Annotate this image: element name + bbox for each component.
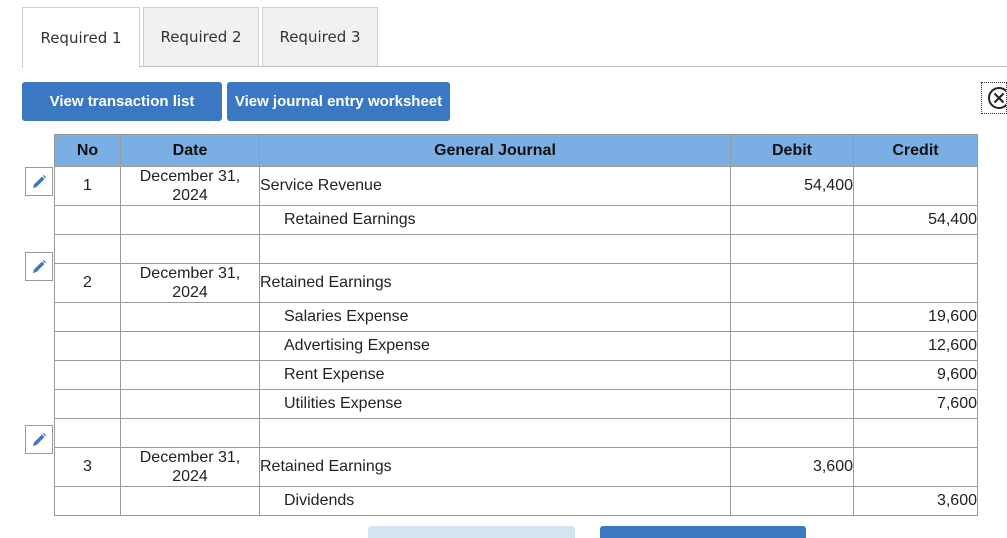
tab-required-1[interactable]: Required 1 [22,7,140,68]
account-cell: Advertising Expense [259,331,731,361]
table-row [54,418,978,448]
account-cell: Dividends [259,486,731,516]
header-credit: Credit [853,134,978,167]
table-row: Dividends 3,600 [54,486,978,516]
debit-cell [730,331,854,361]
pencil-icon [33,259,47,273]
account-cell [259,234,731,264]
entry-date [120,234,260,264]
entry-date [120,389,260,419]
table-row [54,234,978,264]
close-circle-icon [988,87,1006,109]
debit-cell [730,418,854,448]
debit-cell: 3,600 [730,447,854,487]
entry-number: 1 [54,166,121,206]
debit-cell: 54,400 [730,166,854,206]
edit-entry-1-button[interactable] [25,167,53,196]
header-debit: Debit [730,134,854,167]
entry-date [120,418,260,448]
entry-date: December 31, 2024 [120,447,260,487]
entry-number: 2 [54,263,121,303]
account-cell: Retained Earnings [259,447,731,487]
entry-number [54,234,121,264]
entry-date [120,486,260,516]
credit-cell [853,263,978,303]
table-row: 1 December 31, 2024 Service Revenue 54,40… [54,166,978,206]
account-cell: Rent Expense [259,360,731,390]
tab-required-3[interactable]: Required 3 [262,7,378,66]
previous-button[interactable] [368,526,575,538]
pencil-icon [33,174,47,188]
entry-number [54,486,121,516]
close-icon[interactable] [981,82,1007,114]
table-row: 3 December 31, 2024 Retained Earnings 3,6… [54,447,978,487]
credit-cell: 3,600 [853,486,978,516]
debit-cell [730,360,854,390]
credit-cell [853,234,978,264]
account-cell [259,418,731,448]
view-journal-entry-worksheet-button[interactable]: View journal entry worksheet [227,82,450,121]
edit-entry-2-button[interactable] [25,252,53,281]
credit-cell: 7,600 [853,389,978,419]
entry-date [120,360,260,390]
entry-date: December 31, 2024 [120,166,260,206]
header-date: Date [120,134,260,167]
entry-number: 3 [54,447,121,487]
general-journal-table: No Date General Journal Debit Credit 1 D… [54,134,978,516]
table-row: Retained Earnings 54,400 [54,205,978,235]
entry-date: December 31, 2024 [120,263,260,303]
credit-cell: 54,400 [853,205,978,235]
entry-date [120,302,260,332]
debit-cell [730,263,854,303]
entry-number [54,360,121,390]
entry-date [120,331,260,361]
debit-cell [730,302,854,332]
entry-number [54,205,121,235]
credit-cell: 12,600 [853,331,978,361]
table-row: Utilities Expense 7,600 [54,389,978,419]
credit-cell [853,166,978,206]
entry-number [54,418,121,448]
table-row: Advertising Expense 12,600 [54,331,978,361]
tab-required-2[interactable]: Required 2 [143,7,259,66]
entry-number [54,331,121,361]
view-transaction-list-button[interactable]: View transaction list [22,82,222,121]
entry-date [120,205,260,235]
account-cell: Salaries Expense [259,302,731,332]
table-row: Salaries Expense 19,600 [54,302,978,332]
debit-cell [730,205,854,235]
entry-number [54,389,121,419]
tab-divider [22,66,1007,67]
account-cell: Retained Earnings [259,205,731,235]
next-button[interactable] [600,526,806,538]
account-cell: Service Revenue [259,166,731,206]
pencil-icon [33,432,47,446]
credit-cell [853,447,978,487]
table-row: Rent Expense 9,600 [54,360,978,390]
debit-cell [730,389,854,419]
table-row: 2 December 31, 2024 Retained Earnings [54,263,978,303]
account-cell: Utilities Expense [259,389,731,419]
edit-entry-3-button[interactable] [25,425,53,454]
debit-cell [730,486,854,516]
credit-cell: 9,600 [853,360,978,390]
header-general-journal: General Journal [259,134,731,167]
credit-cell: 19,600 [853,302,978,332]
debit-cell [730,234,854,264]
table-header-row: No Date General Journal Debit Credit [54,134,978,167]
account-cell: Retained Earnings [259,263,731,303]
header-no: No [54,134,121,167]
entry-number [54,302,121,332]
credit-cell [853,418,978,448]
